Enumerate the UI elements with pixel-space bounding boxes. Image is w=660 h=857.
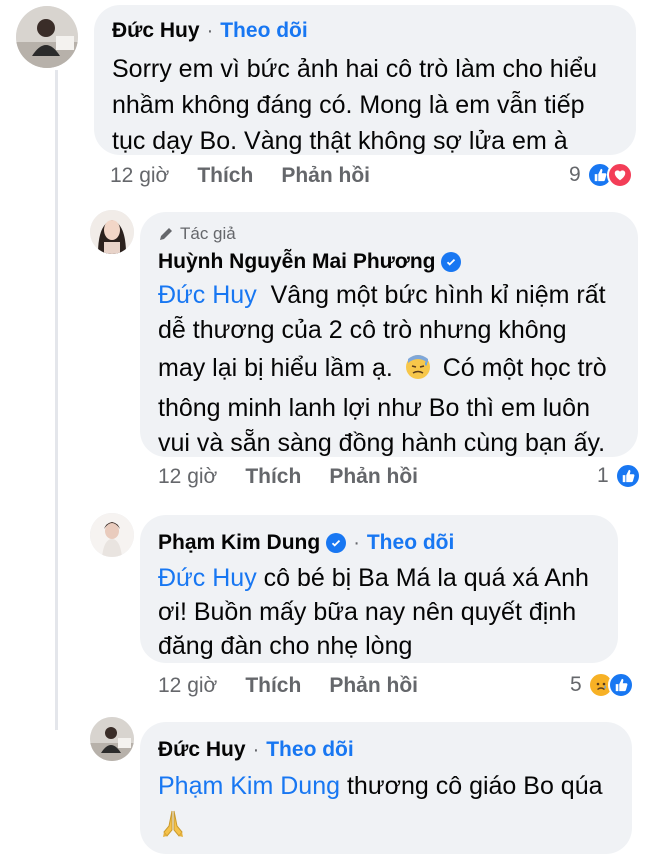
reply-button[interactable]: Phản hồi [281,164,370,188]
comment-line: Có một học trò [442,354,607,382]
comment-line: may lại bị hiểu lầm ạ. [158,354,393,382]
reaction-summary[interactable]: 5 [570,672,634,698]
comment-bubble: Đức Huy · Theo dõi Sorry em vì bức ảnh h… [94,5,636,155]
avatar-photo-icon [90,210,134,254]
follow-button[interactable]: Theo dõi [220,19,308,43]
comment-actions: 12 giờ Thích Phản hồi [158,465,446,489]
follow-button[interactable]: Theo dõi [266,738,354,762]
comment-time[interactable]: 12 giờ [110,164,169,188]
author-badge-label: Tác giả [180,224,236,243]
comment-line: Sorry em vì bức ảnh hai cô trò làm cho h… [112,55,598,83]
separator-dot: · [252,738,260,761]
comment-line: cô bé bị Ba Má la quá xá Anh [263,564,589,592]
comment-author[interactable]: Đức Huy [158,738,246,762]
pencil-icon [160,228,172,240]
reaction-summary[interactable]: 1 [597,463,641,489]
comment-line: nhầm không đáng có. Mong là em vẫn tiếp [112,91,585,119]
comment-text: Đức Huy cô bé bị Ba Má la quá xá Anh ơi!… [158,561,618,663]
verified-icon [441,252,462,272]
avatar-photo-icon [90,513,134,557]
comment-author[interactable]: Đức Huy [112,19,200,43]
comment-line: vui và sẵn sàng đồng hành cùng bạn ấy. [158,429,606,457]
comment-actions: 12 giờ Thích Phản hồi [158,674,446,698]
comment-actions: 12 giờ Thích Phản hồi [110,164,398,188]
mention-link[interactable]: Đức Huy [158,281,257,309]
comment-bubble: Đức Huy · Theo dõi Phạm Kim Dung thương … [140,722,632,854]
reaction-summary[interactable]: 9 [569,162,633,188]
comment-line: đăng đàn cho nhẹ lòng [158,632,413,660]
follow-button[interactable]: Theo dõi [367,531,455,555]
comment-author[interactable]: Huỳnh Nguyễn Mai Phương [158,250,435,274]
comment-line: tục dạy Bo. Vàng thật không sợ lửa em à [112,127,568,155]
like-button[interactable]: Thích [197,164,253,188]
avatar[interactable] [90,210,134,254]
avatar[interactable] [16,6,78,68]
comment-line: thương cô giáo Bo qúa [346,772,603,800]
comment-text: Đức Huy Vâng một bức hình kỉ niệm rất dễ… [158,278,638,461]
comment-bubble: Phạm Kim Dung · Theo dõi Đức Huy cô bé b… [140,515,618,663]
verified-icon [326,533,347,553]
reaction-count: 5 [570,673,582,696]
reaction-count: 9 [569,163,581,186]
separator-dot: · [353,531,360,554]
comment-time[interactable]: 12 giờ [158,674,217,698]
reaction-count: 1 [597,464,609,487]
comment-line: ơi! Buồn mấy bữa nay nên quyết định [158,598,577,626]
mention-link[interactable]: Phạm Kim Dung [158,772,340,800]
separator-dot: · [206,19,214,42]
reply-button[interactable]: Phản hồi [329,674,418,698]
comment-line: dễ thương của 2 cô trò nhưng không [158,316,567,344]
reply-button[interactable]: Phản hồi [329,465,418,489]
love-icon [606,162,633,188]
downcast-sweat-emoji [404,353,432,391]
avatar[interactable] [90,513,134,557]
avatar-photo-icon [16,6,78,68]
comment-time[interactable]: 12 giờ [158,465,217,489]
comment-text: Phạm Kim Dung thương cô giáo Bo qúa [158,768,632,848]
like-button[interactable]: Thích [245,465,301,489]
thread-line [55,70,58,730]
comment-text: Sorry em vì bức ảnh hai cô trò làm cho h… [112,51,636,159]
mention-link[interactable]: Đức Huy [158,564,257,592]
like-icon [614,463,641,489]
folded-hands-emoji [158,808,632,848]
avatar-photo-icon [90,717,134,761]
author-badge: Tác giả [158,224,638,244]
like-button[interactable]: Thích [245,674,301,698]
comment-author[interactable]: Phạm Kim Dung [158,531,320,555]
comment-line: thông minh lanh lợi như Bo thì em luôn [158,394,590,422]
comment-bubble: Tác giả Huỳnh Nguyễn Mai Phương Đức Huy … [140,212,638,457]
like-icon [607,672,634,698]
avatar[interactable] [90,717,134,761]
comment-line: Vâng một bức hình kỉ niệm rất [270,281,606,309]
